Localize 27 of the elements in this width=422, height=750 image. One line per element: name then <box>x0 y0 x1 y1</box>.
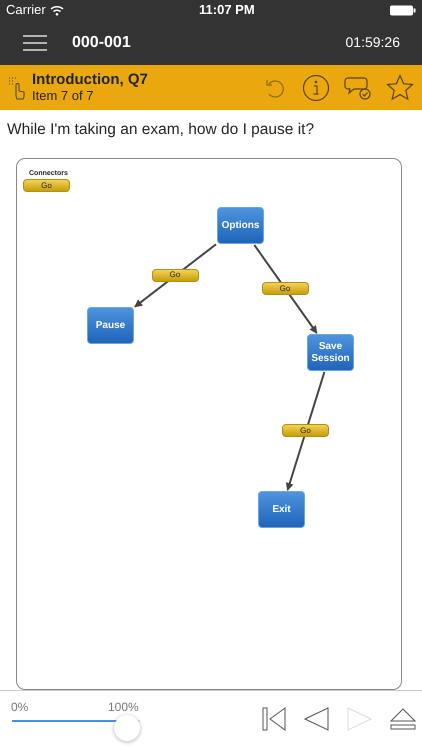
connector-label: Go <box>282 424 329 437</box>
star-icon[interactable] <box>386 74 414 101</box>
carrier-name: Carrier <box>6 1 46 20</box>
first-icon[interactable] <box>262 707 286 731</box>
item-counter: Item 7 of 7 <box>32 88 94 104</box>
wifi-icon <box>50 4 64 16</box>
flow-node: Exit <box>258 491 305 528</box>
item-title: Introduction, Q7 <box>32 71 148 89</box>
exam-title: 000-001 <box>72 32 131 52</box>
progress-end-label: 100% <box>108 699 139 716</box>
progress-start-label: 0% <box>11 699 28 716</box>
slider-thumb[interactable] <box>114 715 140 741</box>
connector-label: Go <box>23 179 70 192</box>
flow-node: Pause <box>87 307 134 344</box>
connector-label: Go <box>152 268 198 282</box>
menu-icon[interactable] <box>22 34 48 52</box>
flow-node: Options <box>217 207 264 244</box>
flow-node: Save Session <box>307 334 354 371</box>
eject-icon[interactable] <box>390 708 416 730</box>
status-time: 11:07 PM <box>199 1 255 20</box>
exam-timer: 01:59:26 <box>346 33 400 52</box>
question-text: While I'm taking an exam, how do I pause it? <box>6 120 316 140</box>
previous-icon[interactable] <box>304 707 329 731</box>
comment-check-icon[interactable] <box>344 74 372 100</box>
battery-icon <box>390 4 416 16</box>
info-icon[interactable] <box>302 74 330 102</box>
connector-label: Go <box>262 282 308 295</box>
